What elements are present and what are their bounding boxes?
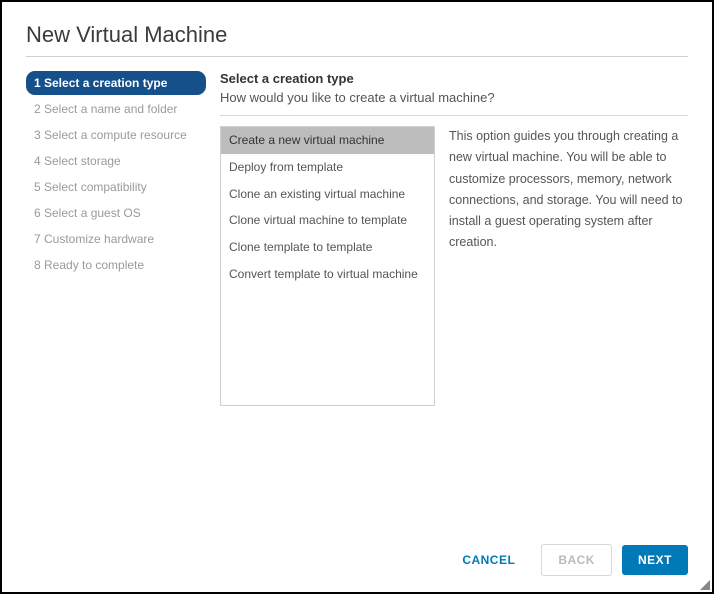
option-create-new[interactable]: Create a new virtual machine: [221, 127, 434, 154]
step-6[interactable]: 6 Select a guest OS: [26, 201, 206, 225]
step-4[interactable]: 4 Select storage: [26, 149, 206, 173]
step-3[interactable]: 3 Select a compute resource: [26, 123, 206, 147]
wizard-footer: CANCEL BACK NEXT: [26, 530, 688, 576]
step-heading: Select a creation type: [220, 71, 688, 86]
creation-type-listbox[interactable]: Create a new virtual machine Deploy from…: [220, 126, 435, 406]
title-divider: [26, 56, 688, 57]
subheading-divider: [220, 115, 688, 116]
back-button: BACK: [541, 544, 612, 576]
option-clone-to-template[interactable]: Clone virtual machine to template: [221, 207, 434, 234]
step-1[interactable]: 1 Select a creation type: [26, 71, 206, 95]
option-convert-template[interactable]: Convert template to virtual machine: [221, 261, 434, 288]
option-clone-template-template[interactable]: Clone template to template: [221, 234, 434, 261]
option-description: This option guides you through creating …: [449, 126, 688, 530]
creation-type-options: Create a new virtual machine Deploy from…: [221, 127, 434, 405]
step-2[interactable]: 2 Select a name and folder: [26, 97, 206, 121]
step-subheading: How would you like to create a virtual m…: [220, 90, 688, 105]
step-8[interactable]: 8 Ready to complete: [26, 253, 206, 277]
next-button[interactable]: NEXT: [622, 545, 688, 575]
wizard-main: Select a creation type How would you lik…: [220, 71, 688, 530]
option-row: Create a new virtual machine Deploy from…: [220, 126, 688, 530]
step-5[interactable]: 5 Select compatibility: [26, 175, 206, 199]
wizard-body: 1 Select a creation type 2 Select a name…: [26, 71, 688, 530]
option-deploy-template[interactable]: Deploy from template: [221, 154, 434, 181]
wizard-steps: 1 Select a creation type 2 Select a name…: [26, 71, 206, 530]
wizard-title: New Virtual Machine: [26, 22, 688, 48]
cancel-button[interactable]: CANCEL: [446, 545, 531, 575]
option-clone-existing[interactable]: Clone an existing virtual machine: [221, 181, 434, 208]
resize-handle-icon[interactable]: [700, 580, 710, 590]
step-7[interactable]: 7 Customize hardware: [26, 227, 206, 251]
